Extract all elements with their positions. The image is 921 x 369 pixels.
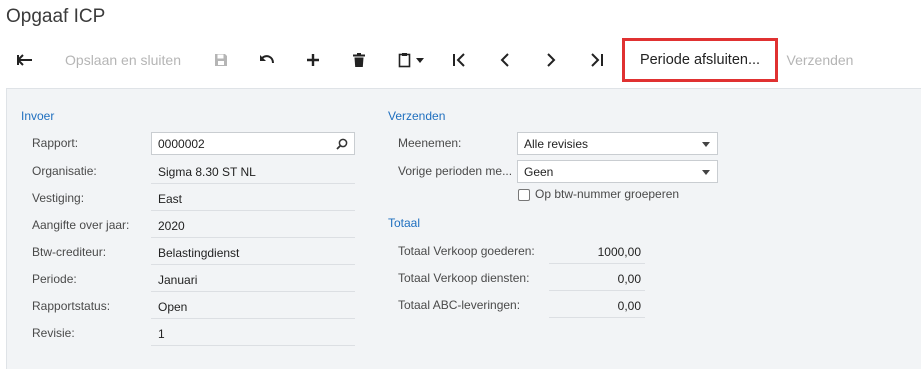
abc-leveringen-label: Totaal ABC-leveringen:	[398, 298, 521, 312]
invoer-section-title: Invoer	[21, 109, 55, 123]
search-icon[interactable]	[336, 138, 348, 153]
dropdown-arrow-icon	[702, 170, 710, 175]
abc-leveringen-underline	[549, 317, 645, 318]
verkoop-diensten-underline	[549, 290, 645, 291]
dropdown-arrow-icon	[702, 142, 710, 147]
rapportstatus-label: Rapportstatus:	[32, 299, 111, 313]
vestiging-label: Vestiging:	[32, 191, 85, 205]
organisatie-value: Sigma 8.30 ST NL	[158, 165, 256, 179]
vorige-perioden-select[interactable]: Geen	[517, 160, 718, 183]
revisie-value: 1	[158, 327, 165, 341]
back-button[interactable]	[10, 38, 40, 82]
previous-record-button[interactable]	[490, 38, 520, 82]
verkoop-goederen-value: 1000,00	[597, 245, 641, 259]
rapportstatus-value: Open	[158, 300, 188, 314]
send-button[interactable]: Verzenden	[780, 38, 860, 82]
verzenden-section-title: Verzenden	[388, 109, 446, 123]
btw-crediteur-underline	[151, 264, 355, 265]
delete-button[interactable]	[344, 38, 374, 82]
next-record-button[interactable]	[536, 38, 566, 82]
verkoop-diensten-label: Totaal Verkoop diensten:	[398, 271, 530, 285]
organisatie-underline	[151, 183, 355, 184]
verkoop-goederen-underline	[549, 263, 645, 264]
rapport-value: 0000002	[158, 136, 205, 151]
page-title: Opgaaf ICP	[6, 6, 106, 27]
abc-leveringen-value: 0,00	[617, 299, 641, 313]
group-by-vat-checkbox[interactable]	[518, 189, 530, 201]
chevron-left-icon	[500, 53, 510, 67]
meenemen-select[interactable]: Alle revisies	[517, 132, 718, 155]
btw-crediteur-value: Belastingdienst	[158, 246, 240, 260]
meenemen-value: Alle revisies	[524, 136, 589, 151]
organisatie-label: Organisatie:	[32, 164, 97, 178]
rapport-label: Rapport:	[32, 136, 79, 150]
save-and-close-button[interactable]: Opslaan en sluiten	[56, 38, 190, 82]
last-record-button[interactable]	[582, 38, 612, 82]
vorige-perioden-label: Vorige perioden me...	[398, 164, 513, 178]
rapport-input[interactable]: 0000002	[151, 132, 355, 155]
periode-underline	[151, 291, 355, 292]
verkoop-diensten-value: 0,00	[617, 272, 641, 286]
aangifte-underline	[151, 237, 355, 238]
last-page-icon	[590, 53, 604, 67]
revisie-label: Revisie:	[32, 326, 75, 340]
trash-icon	[353, 53, 365, 67]
save-icon	[214, 53, 228, 67]
clipboard-icon	[398, 52, 412, 68]
revisie-underline	[151, 345, 355, 346]
chevron-down-icon	[416, 57, 424, 63]
toolbar: Opslaan en sluiten Periode afsluiten... …	[0, 38, 921, 82]
vestiging-underline	[151, 210, 355, 211]
back-arrow-icon	[17, 54, 33, 66]
add-button[interactable]	[298, 38, 328, 82]
save-button[interactable]	[206, 38, 236, 82]
meenemen-label: Meenemen:	[398, 136, 462, 150]
verkoop-goederen-label: Totaal Verkoop goederen:	[398, 244, 535, 258]
undo-icon	[259, 54, 275, 66]
vestiging-value: East	[158, 192, 183, 206]
btw-crediteur-label: Btw-crediteur:	[32, 245, 107, 259]
vorige-perioden-value: Geen	[524, 164, 554, 179]
group-by-vat-label: Op btw-nummer groeperen	[535, 187, 680, 201]
plus-icon	[306, 53, 320, 67]
totaal-section-title: Totaal	[388, 216, 421, 230]
clipboard-menu-button[interactable]	[390, 38, 432, 82]
periode-value: Januari	[158, 273, 198, 287]
periode-label: Periode:	[32, 272, 77, 286]
rapportstatus-underline	[151, 318, 355, 319]
aangifte-value: 2020	[158, 219, 185, 233]
first-page-icon	[452, 53, 466, 67]
undo-button[interactable]	[252, 38, 282, 82]
aangifte-label: Aangifte over jaar:	[32, 218, 130, 232]
close-period-button[interactable]: Periode afsluiten...	[622, 38, 778, 82]
form-content: Invoer Rapport: 0000002 Organisatie: Sig…	[6, 88, 921, 369]
chevron-right-icon	[546, 53, 556, 67]
first-record-button[interactable]	[444, 38, 474, 82]
